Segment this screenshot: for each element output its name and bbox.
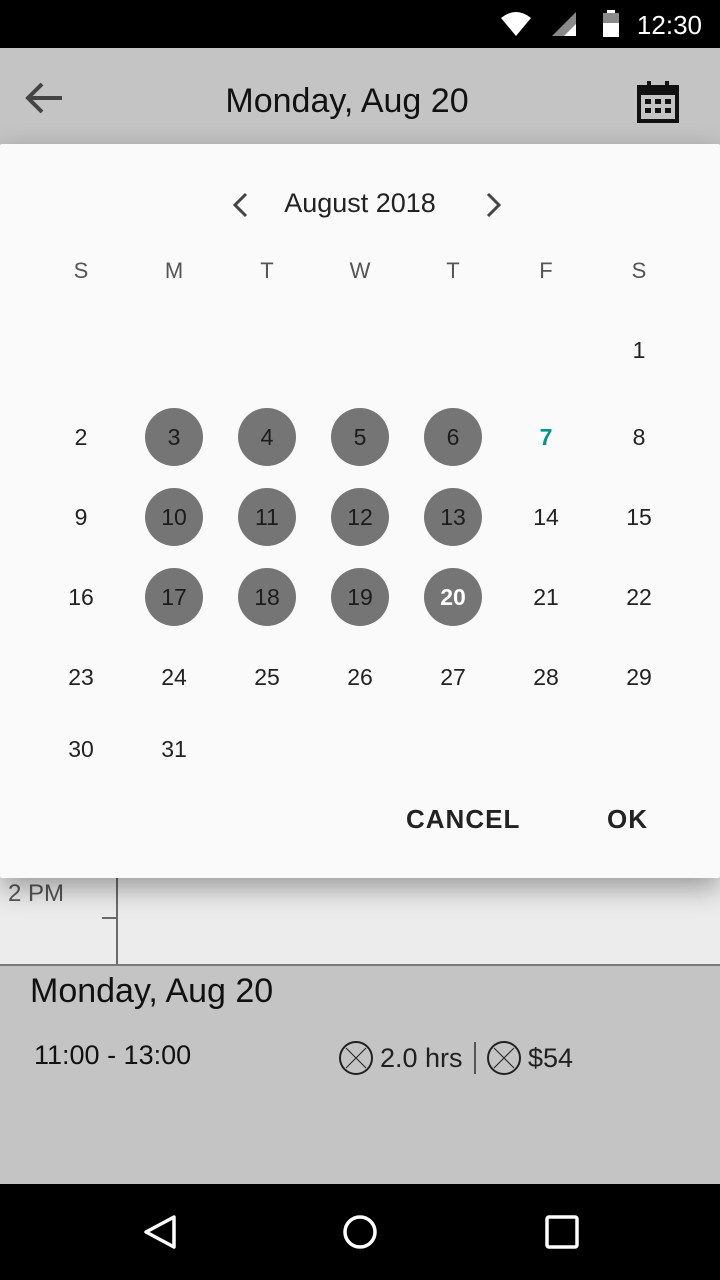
back-triangle-icon[interactable] xyxy=(142,1214,178,1250)
calendar-day[interactable]: 6 xyxy=(424,408,482,466)
calendar-day[interactable]: 15 xyxy=(610,488,668,546)
calendar-day[interactable]: 30 xyxy=(52,720,110,778)
app-title: Monday, Aug 20 xyxy=(225,82,469,120)
calendar-day[interactable]: 14 xyxy=(517,488,575,546)
status-bar: 12:30 xyxy=(0,0,720,48)
calendar-day[interactable]: 23 xyxy=(52,648,110,706)
calendar-day[interactable]: 17 xyxy=(145,568,203,626)
weekday-header: T xyxy=(260,258,274,283)
calendar-day[interactable]: 11 xyxy=(238,488,296,546)
signal-icon xyxy=(552,12,576,36)
home-circle-icon[interactable] xyxy=(342,1214,378,1250)
calendar-day[interactable]: 25 xyxy=(238,648,296,706)
calendar-icon[interactable] xyxy=(636,80,680,124)
divider xyxy=(0,964,720,966)
calendar-day[interactable]: 24 xyxy=(145,648,203,706)
ok-button[interactable]: OK xyxy=(607,804,648,835)
summary-date: Monday, Aug 20 xyxy=(30,972,274,1010)
cancel-button[interactable]: CANCEL xyxy=(406,804,520,835)
navigation-bar xyxy=(0,1184,720,1280)
month-label: August 2018 xyxy=(284,188,436,218)
duration-value: 2.0 hrs xyxy=(380,1042,463,1073)
weekday-header: T xyxy=(446,258,460,283)
status-time: 12:30 xyxy=(636,10,702,40)
calendar-day[interactable]: 3 xyxy=(145,408,203,466)
calendar-day[interactable]: 20 xyxy=(424,568,482,626)
recents-square-icon[interactable] xyxy=(544,1214,580,1250)
calendar-day[interactable]: 7 xyxy=(517,408,575,466)
hour-tick xyxy=(102,917,116,919)
calendar-day[interactable]: 26 xyxy=(331,648,389,706)
calendar-day[interactable]: 16 xyxy=(52,568,110,626)
battery-icon xyxy=(603,10,619,37)
cancel-circle-icon xyxy=(339,1041,373,1075)
weekday-header: W xyxy=(349,258,371,283)
weekday-header: S xyxy=(631,258,647,283)
date-picker-dialog: August 2018 S M T W T F S 1 2 3 4 5 6 7 8 9 10 11 1… xyxy=(0,144,720,878)
cancel-circle-icon xyxy=(487,1041,521,1075)
calendar-day[interactable]: 19 xyxy=(331,568,389,626)
calendar-day[interactable]: 2 xyxy=(52,408,110,466)
calendar-day[interactable]: 10 xyxy=(145,488,203,546)
calendar-day[interactable]: 5 xyxy=(331,408,389,466)
calendar-day[interactable]: 29 xyxy=(610,648,668,706)
time-range: 11:00 - 13:00 xyxy=(34,1040,192,1070)
calendar-day[interactable]: 28 xyxy=(517,648,575,706)
calendar-day[interactable]: 22 xyxy=(610,568,668,626)
calendar-day[interactable]: 8 xyxy=(610,408,668,466)
weekday-header: F xyxy=(539,258,553,283)
weekday-header: S xyxy=(73,258,89,283)
price-value: $54 xyxy=(528,1042,574,1073)
chevron-right-icon[interactable] xyxy=(478,190,508,220)
calendar-day[interactable]: 13 xyxy=(424,488,482,546)
calendar-day[interactable]: 21 xyxy=(517,568,575,626)
calendar-day[interactable]: 18 xyxy=(238,568,296,626)
duration: 2.0 hrs xyxy=(338,1040,463,1076)
month-navigation: August 2018 xyxy=(0,186,720,226)
wifi-icon xyxy=(501,12,531,36)
calendar-day[interactable]: 27 xyxy=(424,648,482,706)
calendar-day[interactable]: 12 xyxy=(331,488,389,546)
hour-label: 2 PM xyxy=(8,880,65,907)
weekday-header: M xyxy=(164,258,184,283)
calendar-day[interactable]: 9 xyxy=(52,488,110,546)
calendar-day[interactable]: 1 xyxy=(610,321,668,379)
calendar-day[interactable]: 31 xyxy=(145,720,203,778)
price: $54 xyxy=(486,1040,573,1076)
calendar-day[interactable]: 4 xyxy=(238,408,296,466)
separator xyxy=(474,1042,476,1074)
app-bar: Monday, Aug 20 xyxy=(0,48,720,144)
